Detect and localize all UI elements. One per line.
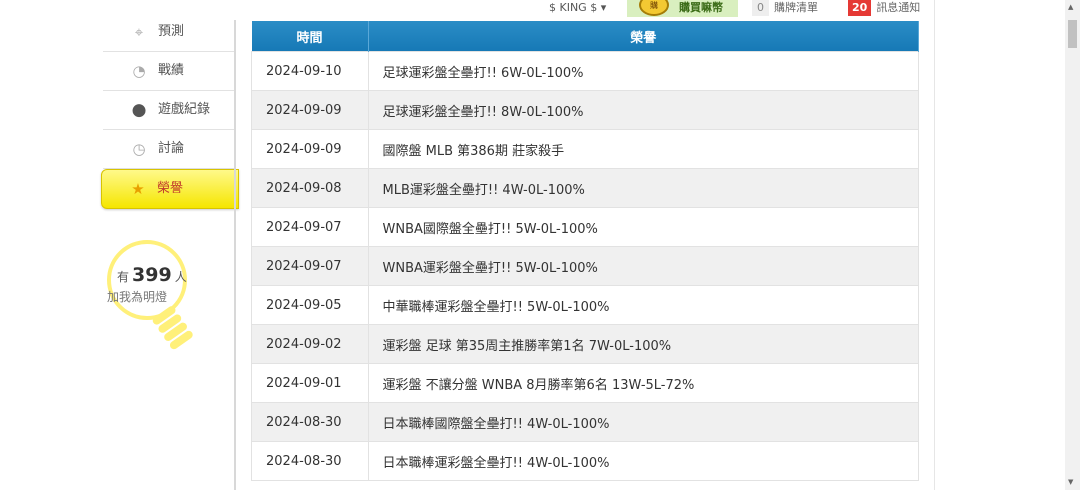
table-row: 2024-09-01 運彩盤 不讓分盤 WNBA 8月勝率第6名 13W-5L-7… [251,363,919,403]
row-date: 2024-09-09 [251,129,369,169]
row-date: 2024-09-09 [251,90,369,130]
follower-suffix: 人 [174,270,187,284]
row-honor: 運彩盤 足球 第35周主推勝率第1名 7W-0L-100% [367,324,919,364]
scrollbar[interactable]: ▲ ▼ [1065,0,1080,490]
row-date: 2024-09-01 [251,363,369,403]
row-honor: WNBA運彩盤全壘打!! 5W-0L-100% [367,246,919,286]
target-icon: ⌖ [134,23,144,41]
column-header-honor: 榮譽 [368,21,919,52]
sidebar: ⌖ 預測 ◔ 戰績 ● 遊戲紀錄 ◷ 討論 ★ 榮譽 [101,13,239,209]
row-honor: 日本職棒國際盤全壘打!! 4W-0L-100% [367,402,919,442]
row-honor: WNBA國際盤全壘打!! 5W-0L-100% [367,207,919,247]
table-row: 2024-09-07 WNBA國際盤全壘打!! 5W-0L-100% [251,207,919,247]
scrollbar-thumb[interactable] [1068,20,1077,48]
notice-label: 訊息通知 [876,1,921,14]
table-row: 2024-08-30 日本職棒運彩盤全壘打!! 4W-0L-100% [251,441,919,481]
notice-link[interactable]: 20 訊息通知 [848,0,920,16]
sidebar-item-label: 預測 [158,24,185,39]
row-honor: 足球運彩盤全壘打!! 8W-0L-100% [367,90,919,130]
chat-icon: ◷ [132,140,146,158]
cart-label: 購牌清單 [774,1,818,14]
sidebar-item-label: 榮譽 [157,181,184,196]
sidebar-divider [234,20,236,490]
table-row: 2024-09-08 MLB運彩盤全壘打!! 4W-0L-100% [251,168,919,208]
scroll-up-icon[interactable]: ▲ [1068,3,1073,11]
follower-prefix: 有 [117,270,130,284]
row-honor: 國際盤 MLB 第386期 莊家殺手 [367,129,919,169]
sidebar-item-label: 討論 [158,141,185,156]
cart-count-badge: 0 [752,0,769,16]
row-date: 2024-09-07 [251,246,369,286]
user-menu[interactable]: $ KING $ ▾ [549,0,606,16]
row-date: 2024-08-30 [251,441,369,481]
row-date: 2024-08-30 [251,402,369,442]
follow-bulb[interactable]: 有 399 人 加我為明燈 [107,240,197,360]
buy-coin-label: 購買嘛幣 [679,1,723,14]
record-icon: ● [131,100,147,120]
row-honor: 日本職棒運彩盤全壘打!! 4W-0L-100% [367,441,919,481]
honor-table: 時間 榮譽 2024-09-10 足球運彩盤全壘打!! 6W-0L-100% 202… [251,21,919,481]
row-date: 2024-09-08 [251,168,369,208]
follower-caption: 加我為明燈 [107,290,168,304]
sidebar-item-honor[interactable]: ★ 榮譽 [101,169,239,209]
table-row: 2024-08-30 日本職棒國際盤全壘打!! 4W-0L-100% [251,402,919,442]
table-row: 2024-09-07 WNBA運彩盤全壘打!! 5W-0L-100% [251,246,919,286]
table-row: 2024-09-09 國際盤 MLB 第386期 莊家殺手 [251,129,919,169]
buy-coin-button[interactable]: 購 購買嘛幣 [627,0,738,17]
row-honor: MLB運彩盤全壘打!! 4W-0L-100% [367,168,919,208]
content-right-border [934,0,935,490]
column-header-date: 時間 [251,21,369,52]
row-date: 2024-09-05 [251,285,369,325]
row-honor: 運彩盤 不讓分盤 WNBA 8月勝率第6名 13W-5L-72% [367,363,919,403]
row-date: 2024-09-02 [251,324,369,364]
notice-count-badge: 20 [848,0,872,16]
row-date: 2024-09-07 [251,207,369,247]
chart-icon: ◔ [132,62,146,80]
table-row: 2024-09-10 足球運彩盤全壘打!! 6W-0L-100% [251,51,919,91]
table-row: 2024-09-05 中華職棒運彩盤全壘打!! 5W-0L-100% [251,285,919,325]
sidebar-item-label: 遊戲紀錄 [158,102,211,117]
cart-link[interactable]: 0 購牌清單 [752,0,818,16]
sidebar-item-record[interactable]: ◔ 戰績 [103,52,235,91]
sidebar-item-predict[interactable]: ⌖ 預測 [103,13,235,52]
table-row: 2024-09-09 足球運彩盤全壘打!! 8W-0L-100% [251,90,919,130]
sidebar-item-game-log[interactable]: ● 遊戲紀錄 [103,91,235,130]
row-honor: 中華職棒運彩盤全壘打!! 5W-0L-100% [367,285,919,325]
row-honor: 足球運彩盤全壘打!! 6W-0L-100% [367,51,919,91]
trophy-icon: ★ [131,180,145,198]
coin-icon: 購 [639,0,669,16]
sidebar-item-discuss[interactable]: ◷ 討論 [103,130,235,169]
row-date: 2024-09-10 [251,51,369,91]
table-row: 2024-09-02 運彩盤 足球 第35周主推勝率第1名 7W-0L-100% [251,324,919,364]
scroll-down-icon[interactable]: ▼ [1068,478,1073,486]
sidebar-item-label: 戰績 [158,63,185,78]
follower-count: 399 [132,264,172,286]
follower-count-line: 有 399 人 [117,264,187,286]
